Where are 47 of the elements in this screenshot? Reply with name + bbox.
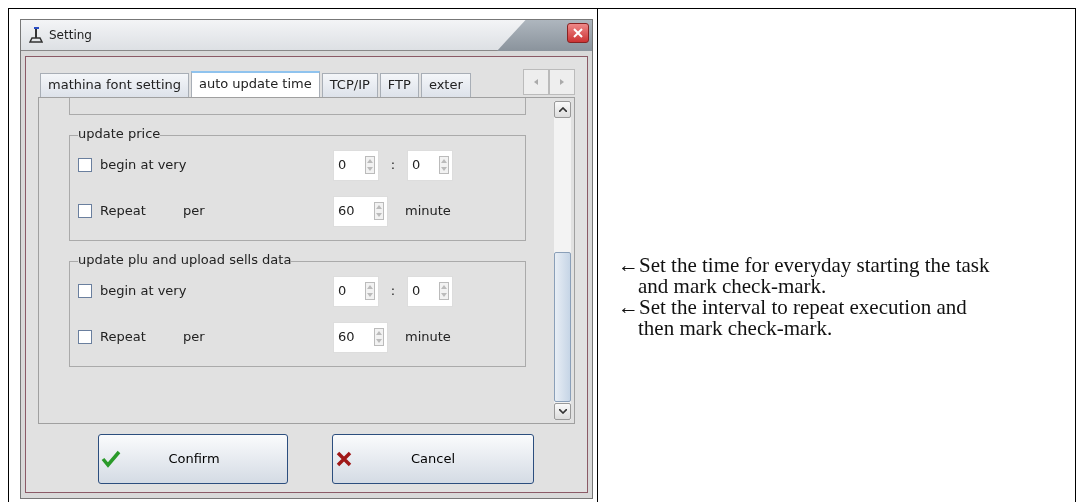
per-label: per [183, 328, 206, 347]
unit-label: minute [405, 202, 451, 221]
spin-box[interactable]: 0 [333, 149, 379, 181]
tab[interactable]: mathina font setting [40, 73, 189, 97]
tab[interactable]: auto update time [191, 71, 320, 97]
confirm-button[interactable]: Confirm [98, 434, 288, 484]
time-separator: : [389, 282, 397, 301]
checkmark-icon [101, 450, 121, 468]
right-arrow-icon [560, 79, 564, 85]
group-title: update plu and upload sells data [78, 252, 292, 268]
checkbox[interactable] [78, 330, 92, 344]
spin-box[interactable]: 60 [333, 321, 388, 353]
cross-icon [335, 450, 353, 468]
checkbox[interactable] [78, 158, 92, 172]
spin-arrows-icon [439, 156, 449, 174]
cancel-button[interactable]: Cancel [332, 434, 534, 484]
tab[interactable]: FTP [379, 73, 419, 97]
checkbox-label: Repeat [100, 202, 147, 221]
spin-box[interactable]: 0 [407, 275, 453, 307]
spin-box[interactable]: 0 [407, 149, 453, 181]
unit-label: minute [405, 328, 451, 347]
scroll-down-button[interactable] [554, 403, 571, 420]
spin-box[interactable]: 60 [333, 195, 388, 227]
tab[interactable]: TCP/IP [321, 73, 378, 97]
close-icon [572, 27, 584, 39]
group-title: update price [78, 126, 161, 142]
scroll-thumb[interactable] [554, 252, 571, 402]
spin-arrows-icon [365, 156, 375, 174]
checkbox[interactable] [78, 204, 92, 218]
note-text: ←Set the interval to repeat execution and then mark check-mark. [618, 297, 968, 339]
window-title: Setting [49, 27, 92, 44]
note-text: ←Set the time for everyday starting the task and mark check-mark. [618, 255, 991, 297]
scrollbar[interactable] [554, 101, 571, 420]
checkbox-label: Repeat [100, 328, 147, 347]
left-arrow-icon [534, 79, 538, 85]
time-separator: : [389, 156, 397, 175]
per-label: per [183, 202, 206, 221]
scroll-up-button[interactable] [554, 101, 571, 118]
spin-box[interactable]: 0 [333, 275, 379, 307]
spin-arrows-icon [365, 282, 375, 300]
scale-icon [29, 27, 43, 43]
spin-arrows-icon [374, 202, 384, 220]
spin-arrows-icon [374, 328, 384, 346]
spin-arrows-icon [439, 282, 449, 300]
checkbox[interactable] [78, 284, 92, 298]
close-button[interactable] [567, 23, 589, 43]
tab[interactable]: exter [420, 73, 471, 97]
